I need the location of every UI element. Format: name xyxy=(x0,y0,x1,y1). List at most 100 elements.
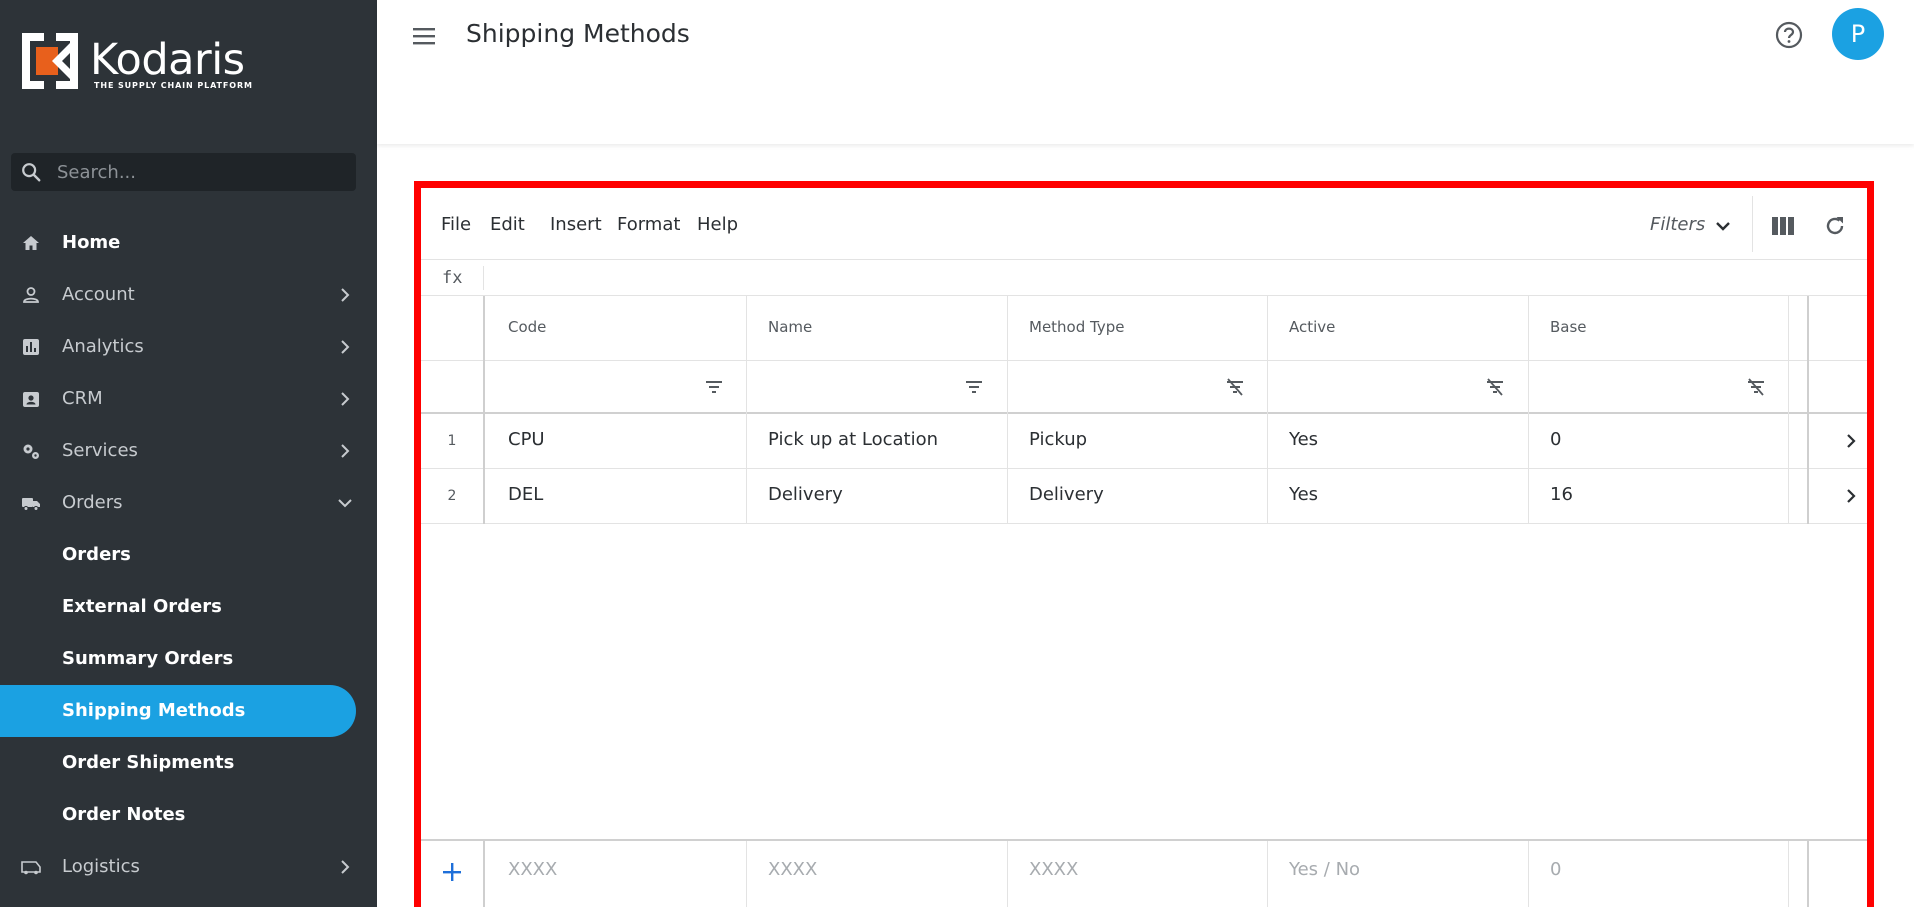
new-row: XXXX XXXX XXXX Yes / No 0 xyxy=(421,839,1867,907)
sidebar-subitem-order-shipments[interactable]: Order Shipments xyxy=(0,737,377,789)
chevron-right-icon[interactable] xyxy=(1841,486,1861,506)
chevron-down-icon[interactable] xyxy=(1713,216,1733,236)
formula-label: fx xyxy=(442,268,463,288)
sidebar-subitem-label: Order Notes xyxy=(62,804,186,825)
columns-icon[interactable] xyxy=(1771,215,1795,237)
table-row[interactable]: 2 DEL Delivery Delivery Yes 16 xyxy=(421,469,1867,524)
sidebar-item-home[interactable]: Home xyxy=(0,217,377,269)
sidebar-subitem-shipping-methods[interactable]: Shipping Methods xyxy=(0,685,356,737)
brand-tagline: THE SUPPLY CHAIN PLATFORM xyxy=(94,81,253,90)
sidebar-item-label: Logistics xyxy=(62,856,140,877)
chevron-right-icon xyxy=(341,340,350,354)
chevron-right-icon xyxy=(341,444,350,458)
cell-code[interactable]: DEL xyxy=(508,484,543,505)
column-divider xyxy=(483,296,485,524)
sidebar-subitem-label: Order Shipments xyxy=(62,752,235,773)
sidebar-item-label: Analytics xyxy=(62,336,144,357)
formula-input[interactable] xyxy=(491,264,1851,292)
search-input[interactable] xyxy=(57,157,347,187)
sidebar-subitem-label: Shipping Methods xyxy=(62,700,246,721)
chevron-right-icon xyxy=(341,288,350,302)
sidebar-item-analytics[interactable]: Analytics xyxy=(0,321,377,373)
grid-toolbar: File Edit Insert Format Help Filters xyxy=(421,188,1867,260)
sidebar-subitem-label: Orders xyxy=(62,544,131,565)
chevron-right-icon[interactable] xyxy=(1841,431,1861,451)
formula-bar: fx xyxy=(421,260,1867,296)
avatar[interactable]: P xyxy=(1832,8,1884,60)
column-header-method-type[interactable]: Method Type xyxy=(1029,318,1124,336)
filter-icon[interactable] xyxy=(964,378,984,396)
new-active-input[interactable]: Yes / No xyxy=(1289,859,1360,880)
menu-insert[interactable]: Insert xyxy=(550,214,602,235)
column-divider xyxy=(1528,296,1529,524)
help-icon[interactable] xyxy=(1774,20,1804,50)
column-header-code[interactable]: Code xyxy=(508,318,546,336)
search-icon xyxy=(22,163,41,182)
hamburger-menu-icon[interactable] xyxy=(410,22,438,50)
table-row[interactable]: 1 CPU Pick up at Location Pickup Yes 0 xyxy=(421,414,1867,469)
cell-base[interactable]: 0 xyxy=(1550,429,1561,450)
column-divider xyxy=(1807,296,1809,524)
cell-active[interactable]: Yes xyxy=(1289,429,1318,450)
menu-format[interactable]: Format xyxy=(617,214,680,235)
menu-edit[interactable]: Edit xyxy=(490,214,525,235)
column-header-name[interactable]: Name xyxy=(768,318,812,336)
filter-icon[interactable] xyxy=(704,378,724,396)
sidebar-item-crm[interactable]: CRM xyxy=(0,373,377,425)
row-number: 2 xyxy=(447,488,457,504)
sidebar-item-label: CRM xyxy=(62,388,103,409)
cell-base[interactable]: 16 xyxy=(1550,484,1573,505)
new-name-input[interactable]: XXXX xyxy=(768,859,817,880)
sidebar-subitem-summary-orders[interactable]: Summary Orders xyxy=(0,633,377,685)
sidebar-subitem-orders[interactable]: Orders xyxy=(0,529,377,581)
contact-card-icon xyxy=(23,392,39,407)
sidebar-item-label: Account xyxy=(62,284,135,305)
column-divider xyxy=(746,841,747,907)
gears-icon xyxy=(23,444,39,459)
refresh-icon[interactable] xyxy=(1823,214,1847,238)
new-method-type-input[interactable]: XXXX xyxy=(1029,859,1078,880)
cell-method-type[interactable]: Pickup xyxy=(1029,429,1087,450)
sidebar-item-logistics[interactable]: Logistics xyxy=(0,841,377,893)
plus-icon[interactable] xyxy=(440,860,464,884)
column-divider xyxy=(1267,296,1268,524)
cell-code[interactable]: CPU xyxy=(508,429,545,450)
sidebar-item-services[interactable]: Services xyxy=(0,425,377,477)
menu-file[interactable]: File xyxy=(441,214,471,235)
sidebar-subitem-label: Summary Orders xyxy=(62,648,234,669)
new-base-input[interactable]: 0 xyxy=(1550,859,1561,880)
toolbar-divider xyxy=(1752,196,1753,252)
column-header-base[interactable]: Base xyxy=(1550,318,1587,336)
filter-off-icon[interactable] xyxy=(1485,378,1505,396)
column-divider xyxy=(1788,296,1789,524)
sidebar-item-orders[interactable]: Orders xyxy=(0,477,377,529)
cell-method-type[interactable]: Delivery xyxy=(1029,484,1104,505)
sidebar-subitem-external-orders[interactable]: External Orders xyxy=(0,581,377,633)
sidebar-item-account[interactable]: Account xyxy=(0,269,377,321)
column-divider xyxy=(746,296,747,524)
column-divider xyxy=(1528,841,1529,907)
column-divider xyxy=(1807,841,1809,907)
sidebar: Kodaris THE SUPPLY CHAIN PLATFORM Home A… xyxy=(0,0,377,907)
filter-off-icon[interactable] xyxy=(1225,378,1245,396)
cell-name[interactable]: Delivery xyxy=(768,484,843,505)
row-number: 1 xyxy=(447,433,457,449)
sidebar-item-label: Home xyxy=(62,232,121,253)
filters-dropdown[interactable]: Filters xyxy=(1650,214,1705,235)
filter-row xyxy=(421,361,1867,414)
grid-panel: File Edit Insert Format Help Filters fx … xyxy=(414,181,1874,907)
column-divider xyxy=(483,841,485,907)
kodaris-logo[interactable]: Kodaris THE SUPPLY CHAIN PLATFORM xyxy=(22,33,262,95)
search-box xyxy=(11,153,356,191)
cell-name[interactable]: Pick up at Location xyxy=(768,429,938,450)
cell-active[interactable]: Yes xyxy=(1289,484,1318,505)
sidebar-subitem-order-notes[interactable]: Order Notes xyxy=(0,789,377,841)
column-divider xyxy=(1007,296,1008,524)
chevron-right-icon xyxy=(341,860,350,874)
column-header-active[interactable]: Active xyxy=(1289,318,1335,336)
page-header: Shipping Methods P xyxy=(377,0,1914,144)
filter-off-icon[interactable] xyxy=(1746,378,1766,396)
new-code-input[interactable]: XXXX xyxy=(508,859,557,880)
menu-help[interactable]: Help xyxy=(697,214,738,235)
chevron-down-icon xyxy=(338,499,352,508)
